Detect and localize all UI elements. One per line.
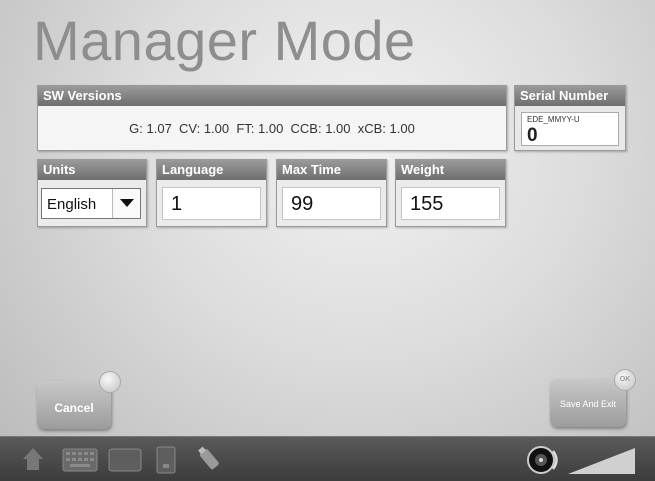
serial-number-panel: Serial Number EDE_MMYY-U 0	[514, 85, 626, 151]
cancel-knob-icon	[99, 371, 121, 393]
serial-number-field[interactable]: EDE_MMYY-U 0	[521, 112, 619, 146]
home-icon[interactable]	[22, 447, 44, 471]
speaker-icon[interactable]	[526, 443, 562, 477]
save-label: Save And Exit	[559, 399, 617, 409]
usb-icon[interactable]	[196, 445, 224, 475]
cancel-label: Cancel	[54, 401, 94, 415]
max-time-header: Max Time	[277, 160, 386, 180]
language-input[interactable]: 1	[162, 187, 261, 220]
units-header: Units	[38, 160, 146, 180]
dropdown-button[interactable]	[112, 189, 140, 218]
units-select[interactable]: English	[41, 188, 141, 219]
sw-versions-text: G: 1.07 CV: 1.00 FT: 1.00 CCB: 1.00 xCB:…	[129, 121, 415, 136]
taskbar	[0, 436, 655, 481]
units-value: English	[47, 196, 97, 213]
volume-level-icon[interactable]	[568, 447, 636, 475]
language-header: Language	[157, 160, 266, 180]
units-panel: Units English	[37, 159, 147, 227]
chevron-down-icon	[120, 199, 134, 207]
weight-input[interactable]: 155	[401, 187, 500, 220]
serial-number-header: Serial Number	[515, 86, 625, 106]
sw-versions-header: SW Versions	[38, 86, 506, 106]
device-icon[interactable]	[156, 446, 176, 474]
ok-knob-icon: OK	[614, 369, 636, 391]
serial-number-value: 0	[527, 125, 538, 146]
keyboard-icon[interactable]	[62, 448, 98, 472]
monitor-icon[interactable]	[108, 448, 142, 472]
max-time-input[interactable]: 99	[282, 187, 381, 220]
max-time-panel: Max Time 99	[276, 159, 387, 227]
sw-versions-panel: SW Versions G: 1.07 CV: 1.00 FT: 1.00 CC…	[37, 85, 507, 151]
save-and-exit-button[interactable]: OK Save And Exit	[550, 369, 636, 427]
page-title: Manager Mode	[33, 9, 416, 72]
cancel-button[interactable]: Cancel	[37, 371, 121, 429]
weight-panel: Weight 155	[395, 159, 506, 227]
language-panel: Language 1	[156, 159, 267, 227]
weight-header: Weight	[396, 160, 505, 180]
serial-format-hint: EDE_MMYY-U	[527, 115, 580, 124]
